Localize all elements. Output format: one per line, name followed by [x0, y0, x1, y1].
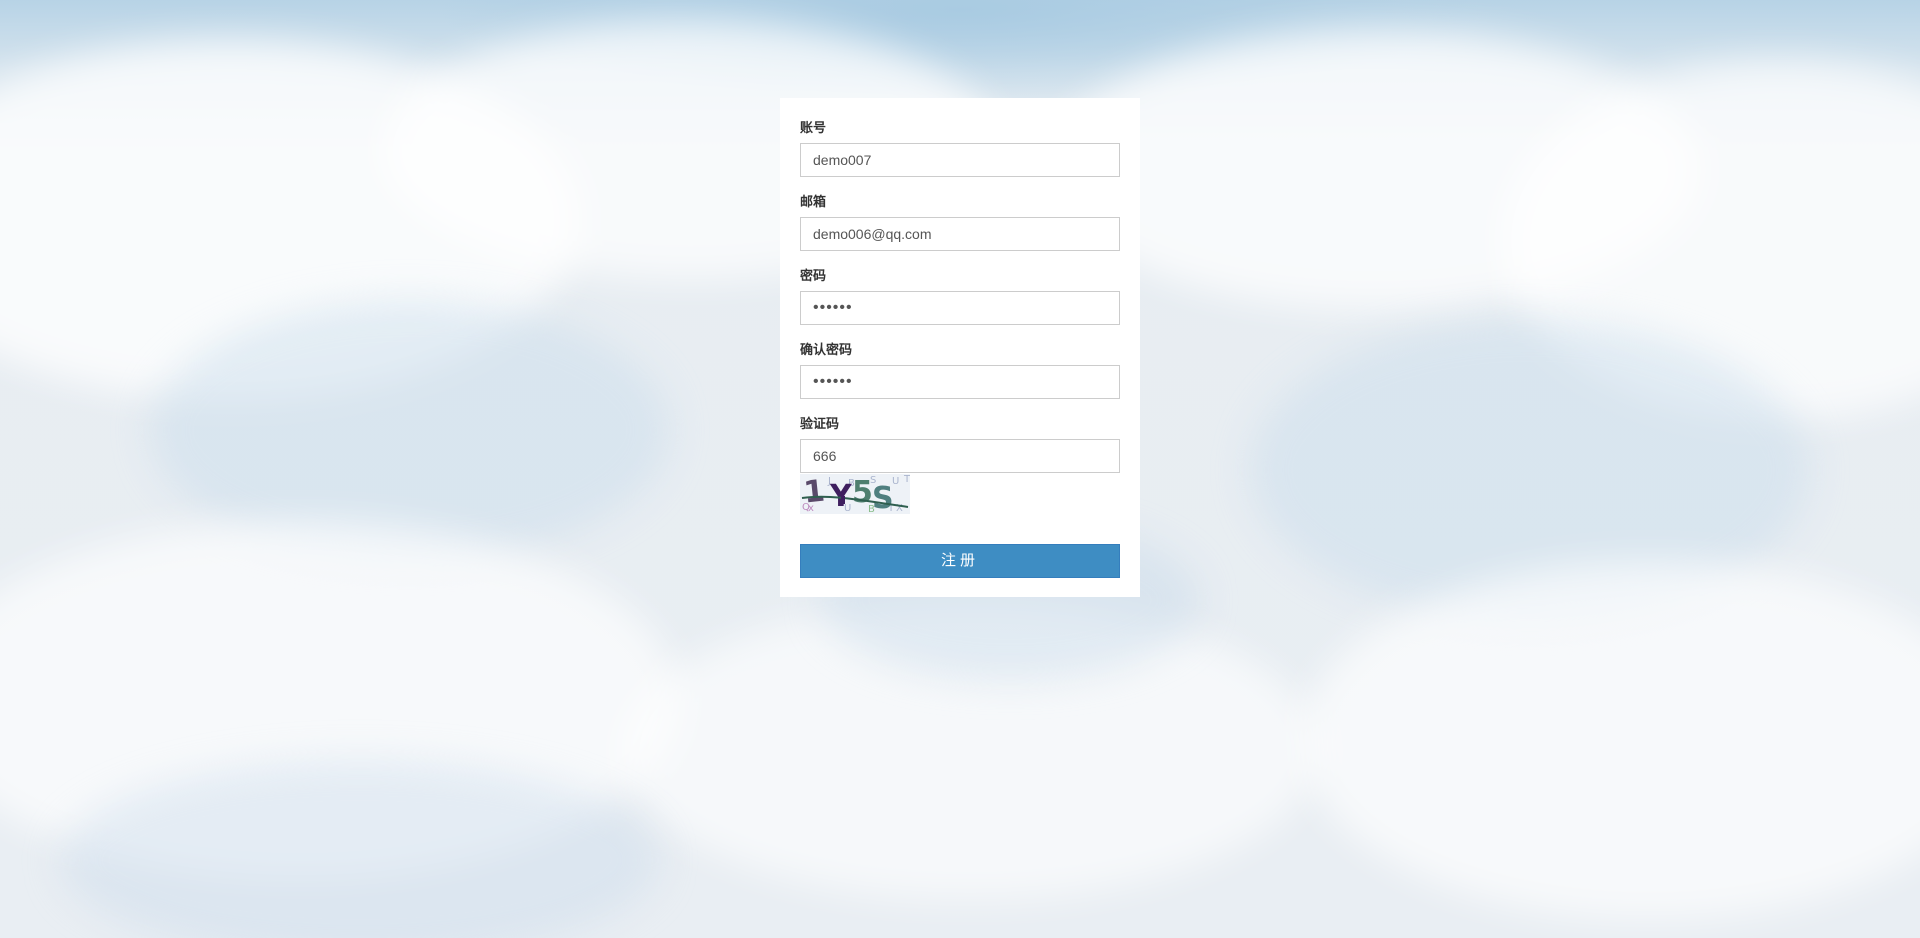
svg-text:S: S — [872, 481, 894, 514]
register-form: 账号 邮箱 密码 确认密码 验证码 J B S U T Q x U B — [780, 98, 1140, 597]
account-input[interactable] — [800, 143, 1120, 177]
password-input[interactable] — [800, 291, 1120, 325]
captcha-input[interactable] — [800, 439, 1120, 473]
email-input[interactable] — [800, 217, 1120, 251]
password-label: 密码 — [800, 268, 827, 283]
register-button[interactable]: 注册 — [800, 544, 1120, 578]
svg-text:T: T — [903, 474, 910, 485]
cloud-puff — [1300, 560, 1920, 920]
confirm-password-input[interactable] — [800, 365, 1120, 399]
captcha-label: 验证码 — [800, 416, 840, 431]
account-label: 账号 — [800, 120, 827, 135]
account-field: 账号 — [800, 118, 1120, 177]
email-field: 邮箱 — [800, 192, 1120, 251]
svg-text:1: 1 — [802, 474, 826, 511]
captcha-image[interactable]: J B S U T Q x U B T X 1 Y 5 S — [800, 474, 910, 514]
svg-text:5: 5 — [852, 475, 873, 510]
confirm-password-field: 确认密码 — [800, 340, 1120, 399]
email-label: 邮箱 — [800, 194, 827, 209]
captcha-field: 验证码 J B S U T Q x U B T X 1 Y 5 S — [800, 414, 1120, 514]
cloud-shadow — [150, 300, 670, 560]
password-field: 密码 — [800, 266, 1120, 325]
confirm-password-label: 确认密码 — [800, 342, 853, 357]
